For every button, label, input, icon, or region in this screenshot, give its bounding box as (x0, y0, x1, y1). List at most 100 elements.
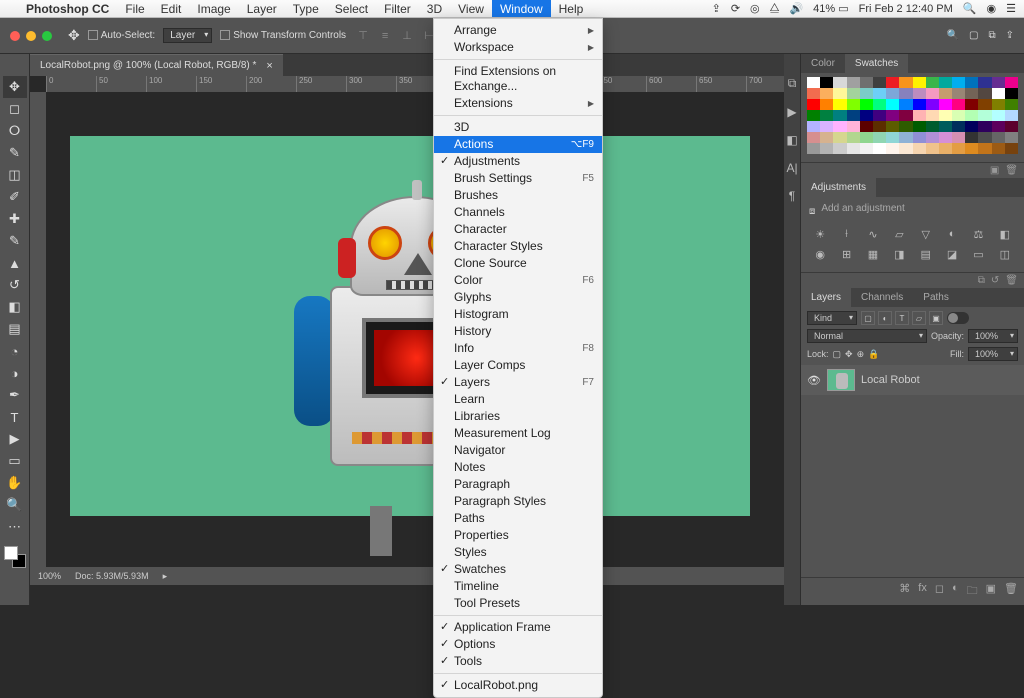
tab-channels[interactable]: Channels (851, 288, 913, 307)
swatch[interactable] (886, 77, 899, 88)
swatch[interactable] (952, 121, 965, 132)
invert-icon[interactable]: ◨ (888, 246, 910, 262)
menu-item-color[interactable]: ColorF6 (434, 272, 602, 289)
battery-status[interactable]: 41% ▭ (813, 2, 848, 15)
menu-item-paths[interactable]: Paths (434, 510, 602, 527)
swatch[interactable] (978, 110, 991, 121)
menu-item-brush-settings[interactable]: Brush SettingsF5 (434, 170, 602, 187)
new-swatch-icon[interactable]: ▣ (990, 165, 999, 176)
new-layer-icon[interactable]: ▣ (986, 582, 996, 601)
swatch[interactable] (860, 143, 873, 154)
crop-tool[interactable]: ◫ (3, 164, 27, 186)
posterize-icon[interactable]: ▤ (915, 246, 937, 262)
swatch[interactable] (820, 143, 833, 154)
tab-paths[interactable]: Paths (913, 288, 959, 307)
menu-edit[interactable]: Edit (153, 0, 190, 17)
menu-item-layers[interactable]: LayersF7 (434, 374, 602, 391)
path-select-tool[interactable]: ▶ (3, 428, 27, 450)
swatch[interactable] (926, 121, 939, 132)
photo-filter-icon[interactable]: ◉ (809, 246, 831, 262)
gradient-tool[interactable]: ▤ (3, 318, 27, 340)
menu-select[interactable]: Select (327, 0, 376, 17)
align-vcenter-icon[interactable]: ≡ (376, 27, 394, 45)
marquee-tool[interactable]: ◻ (3, 98, 27, 120)
notification-center-icon[interactable]: ☰ (1006, 2, 1016, 15)
swatch[interactable] (873, 88, 886, 99)
swatch[interactable] (833, 77, 846, 88)
menu-item-learn[interactable]: Learn (434, 391, 602, 408)
menu-item-arrange[interactable]: Arrange (434, 22, 602, 39)
show-transform-checkbox[interactable]: Show Transform Controls (220, 30, 346, 41)
swatch[interactable] (833, 121, 846, 132)
menu-item-histogram[interactable]: Histogram (434, 306, 602, 323)
menu-item-paragraph[interactable]: Paragraph (434, 476, 602, 493)
swatch[interactable] (833, 99, 846, 110)
lock-artboard-icon[interactable]: ⊕ (857, 349, 865, 360)
menu-item-extensions[interactable]: Extensions (434, 95, 602, 112)
color-swatches[interactable] (4, 546, 26, 568)
menu-item-channels[interactable]: Channels (434, 204, 602, 221)
swatch[interactable] (952, 110, 965, 121)
fill-field[interactable]: 100% (968, 347, 1018, 361)
swatch[interactable] (939, 88, 952, 99)
tab-layers[interactable]: Layers (801, 288, 851, 307)
swatch[interactable] (833, 88, 846, 99)
swatch[interactable] (820, 132, 833, 143)
menu-item-localrobot-png[interactable]: LocalRobot.png (434, 677, 602, 694)
blur-tool[interactable]: ◔ (3, 340, 27, 362)
healing-tool[interactable]: ✚ (3, 208, 27, 230)
layer-visibility-icon[interactable]: 👁 (807, 374, 821, 387)
tab-adjustments[interactable]: Adjustments (801, 178, 876, 197)
lock-position-icon[interactable]: ✥ (845, 349, 853, 360)
menu-help[interactable]: Help (551, 0, 592, 17)
swatch[interactable] (886, 121, 899, 132)
swatch[interactable] (873, 77, 886, 88)
swatch[interactable] (886, 99, 899, 110)
filter-pixel-icon[interactable]: ▢ (861, 311, 875, 325)
layer-row[interactable]: 👁 Local Robot (801, 365, 1024, 395)
menu-item-3d[interactable]: 3D (434, 119, 602, 136)
menu-item-glyphs[interactable]: Glyphs (434, 289, 602, 306)
tab-swatches[interactable]: Swatches (845, 54, 908, 73)
close-tab-icon[interactable]: × (266, 60, 272, 72)
swatch[interactable] (965, 110, 978, 121)
swatch[interactable] (833, 143, 846, 154)
swatch[interactable] (1005, 88, 1018, 99)
swatch[interactable] (860, 110, 873, 121)
threshold-icon[interactable]: ◪ (941, 246, 963, 262)
swatch[interactable] (860, 121, 873, 132)
swatch[interactable] (899, 143, 912, 154)
swatch[interactable] (992, 121, 1005, 132)
menu-item-tool-presets[interactable]: Tool Presets (434, 595, 602, 612)
libraries-panel-icon[interactable]: ◧ (786, 133, 797, 147)
status-chevron-icon[interactable]: ▸ (163, 571, 168, 582)
swatch[interactable] (847, 143, 860, 154)
curves-icon[interactable]: ∿ (862, 226, 884, 242)
document-tab[interactable]: LocalRobot.png @ 100% (Local Robot, RGB/… (30, 54, 283, 76)
swatch[interactable] (913, 132, 926, 143)
swatch[interactable] (833, 132, 846, 143)
quick-select-tool[interactable]: ✎ (3, 142, 27, 164)
dodge-tool[interactable]: ◑ (3, 362, 27, 384)
swatch[interactable] (860, 99, 873, 110)
swatch[interactable] (978, 77, 991, 88)
menu-item-properties[interactable]: Properties (434, 527, 602, 544)
clone-tool[interactable]: ▲ (3, 252, 27, 274)
swatch[interactable] (913, 88, 926, 99)
swatch[interactable] (913, 143, 926, 154)
swatch[interactable] (860, 77, 873, 88)
swatch[interactable] (807, 110, 820, 121)
swatch[interactable] (807, 143, 820, 154)
layer-filter-dropdown[interactable]: Kind (807, 311, 857, 325)
color-balance-icon[interactable]: ⚖ (967, 226, 989, 242)
menu-item-libraries[interactable]: Libraries (434, 408, 602, 425)
artboard[interactable] (70, 136, 750, 516)
menu-item-history[interactable]: History (434, 323, 602, 340)
exposure-icon[interactable]: ▱ (888, 226, 910, 242)
app-menu[interactable]: Photoshop CC (18, 0, 117, 17)
layer-thumbnail[interactable] (827, 369, 855, 391)
opacity-field[interactable]: 100% (968, 329, 1018, 343)
menu-item-brushes[interactable]: Brushes (434, 187, 602, 204)
ruler-vertical[interactable] (30, 92, 46, 585)
ruler-horizontal[interactable]: 0501001502002503003504004505005506006507… (46, 76, 784, 92)
